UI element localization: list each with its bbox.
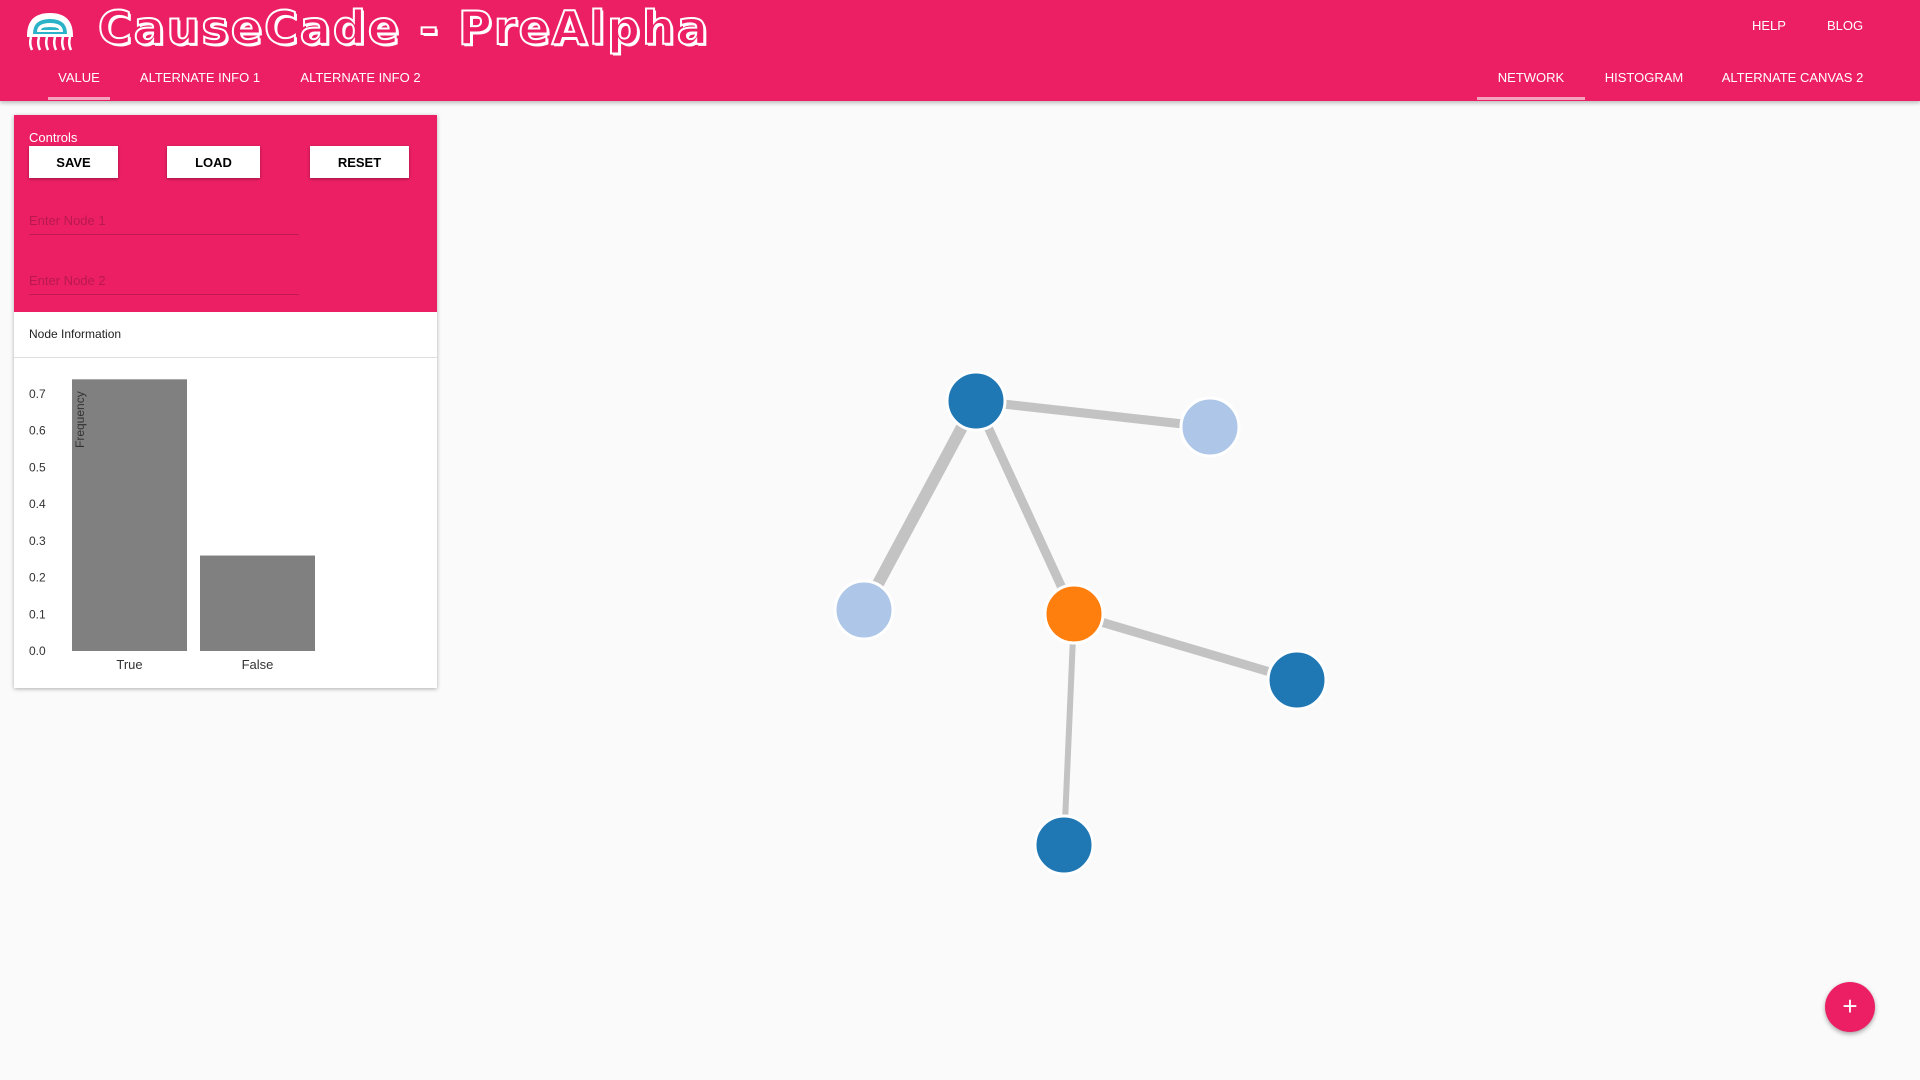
histogram-bar[interactable]: [72, 379, 187, 651]
network-node[interactable]: [833, 579, 895, 641]
save-button[interactable]: SAVE: [29, 146, 118, 178]
histogram-y-tick-label: 0.6: [29, 424, 46, 438]
network-edge[interactable]: [971, 399, 1079, 616]
tab-network[interactable]: NETWORK: [1477, 56, 1585, 100]
histogram-y-tick-label: 0.3: [29, 534, 46, 548]
divider: [14, 357, 437, 358]
node-2-input[interactable]: [29, 267, 299, 295]
node-1-input[interactable]: [29, 207, 299, 235]
app-header: CauseCade - PreAlpha HELP BLOG VALUE ALT…: [0, 0, 1920, 101]
network-edge[interactable]: [1061, 613, 1077, 846]
network-edge[interactable]: [858, 398, 982, 613]
tab-alternate-info-2[interactable]: ALTERNATE INFO 2: [295, 56, 426, 100]
tab-histogram[interactable]: HISTOGRAM: [1601, 56, 1687, 100]
jellyfish-logo-icon: [26, 12, 74, 51]
app-title: CauseCade - PreAlpha: [97, 0, 710, 56]
histogram-bar[interactable]: [200, 555, 315, 651]
help-link[interactable]: HELP: [1752, 18, 1786, 33]
tab-value[interactable]: VALUE: [48, 56, 110, 100]
node-information-title: Node Information: [29, 327, 122, 341]
blog-link[interactable]: BLOG: [1827, 18, 1863, 33]
histogram-y-tick-label: 0.0: [29, 644, 46, 658]
tab-alternate-info-1[interactable]: ALTERNATE INFO 1: [137, 56, 263, 100]
histogram-y-axis-label: Frequency: [73, 391, 87, 448]
network-edge[interactable]: [975, 396, 1211, 432]
network-edge[interactable]: [1072, 609, 1299, 685]
histogram-y-tick-label: 0.4: [29, 497, 46, 511]
controls-section: Controls SAVE LOAD RESET: [14, 115, 437, 312]
histogram-y-tick-label: 0.2: [29, 571, 46, 585]
load-button[interactable]: LOAD: [167, 146, 260, 178]
network-node[interactable]: [1266, 649, 1328, 711]
network-node[interactable]: [945, 370, 1007, 432]
tab-alternate-canvas-2[interactable]: ALTERNATE CANVAS 2: [1714, 56, 1871, 100]
histogram-x-tick-label: True: [116, 657, 142, 672]
network-node[interactable]: [1033, 814, 1095, 876]
plus-icon: +: [1842, 991, 1858, 1021]
histogram-x-tick-label: False: [242, 657, 274, 672]
histogram-y-tick-label: 0.5: [29, 460, 46, 474]
side-panel: Controls SAVE LOAD RESET Node Informatio…: [14, 115, 437, 688]
add-node-button[interactable]: +: [1825, 982, 1875, 1032]
histogram-y-tick-label: 0.1: [29, 607, 46, 621]
controls-title: Controls: [29, 130, 78, 145]
histogram-y-tick-label: 0.7: [29, 387, 46, 401]
network-node[interactable]: [1043, 583, 1105, 645]
node-histogram-chart: 0.0 0.1 0.2 0.3 0.4 0.5 0.6 0.7 True False Frequ…: [29, 379, 315, 672]
network-node[interactable]: [1179, 396, 1241, 458]
network-canvas[interactable]: [440, 101, 1920, 1080]
reset-button[interactable]: RESET: [310, 146, 409, 178]
